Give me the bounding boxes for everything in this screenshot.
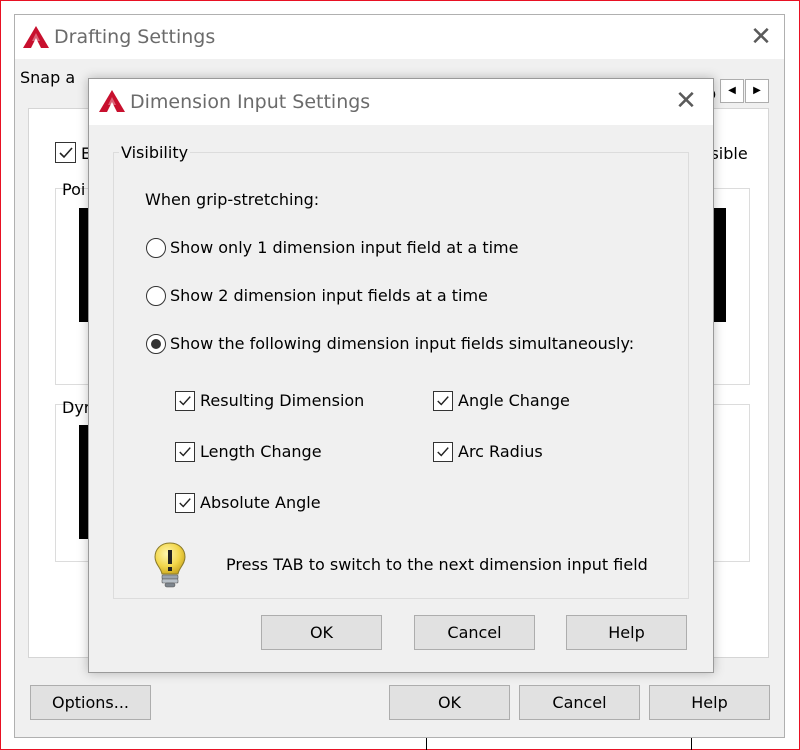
close-icon[interactable]: ✕ xyxy=(672,87,700,115)
grip-stretching-label: When grip-stretching: xyxy=(145,190,320,209)
dimension-input-label: Dyr xyxy=(62,398,91,417)
radio-one-field[interactable] xyxy=(146,238,166,258)
arc-radius-label[interactable]: Arc Radius xyxy=(458,442,543,461)
inner-cancel-button[interactable]: Cancel xyxy=(414,615,535,650)
inner-help-button[interactable]: Help xyxy=(566,615,687,650)
options-button[interactable]: Options... xyxy=(30,685,151,720)
autocad-logo-icon xyxy=(99,90,125,112)
radio-selected-dot xyxy=(151,339,161,349)
tab-snap-and-grid[interactable]: Snap a xyxy=(20,68,76,87)
arc-radius-checkbox[interactable] xyxy=(433,442,453,462)
right-preview xyxy=(712,208,726,322)
radio-two-fields-label[interactable]: Show 2 dimension input fields at a time xyxy=(170,286,488,305)
chevron-left-icon[interactable]: ◀ xyxy=(720,79,744,103)
radio-following-fields-label[interactable]: Show the following dimension input field… xyxy=(170,334,634,353)
background-line xyxy=(691,738,692,750)
outer-ok-button[interactable]: OK xyxy=(389,685,510,720)
radio-two-fields[interactable] xyxy=(146,286,166,306)
angle-change-checkbox[interactable] xyxy=(433,391,453,411)
tab-hint-text: Press TAB to switch to the next dimensio… xyxy=(226,555,648,574)
absolute-angle-label[interactable]: Absolute Angle xyxy=(200,493,321,512)
resulting-dimension-label[interactable]: Resulting Dimension xyxy=(200,391,364,410)
dimension-input-title: Dimension Input Settings xyxy=(130,91,371,113)
inner-ok-button[interactable]: OK xyxy=(261,615,382,650)
radio-one-field-label[interactable]: Show only 1 dimension input field at a t… xyxy=(170,238,518,257)
angle-change-label[interactable]: Angle Change xyxy=(458,391,570,410)
chevron-right-icon[interactable]: ▶ xyxy=(745,79,769,103)
radio-following-fields[interactable] xyxy=(146,334,166,354)
visibility-label: Visibility xyxy=(119,143,191,162)
visibility-groupbox xyxy=(113,152,689,599)
lightbulb-icon xyxy=(154,542,186,588)
outer-cancel-button[interactable]: Cancel xyxy=(519,685,640,720)
resulting-dimension-checkbox[interactable] xyxy=(175,391,195,411)
autocad-logo-icon xyxy=(23,26,49,48)
length-change-checkbox[interactable] xyxy=(175,442,195,462)
outer-help-button[interactable]: Help xyxy=(649,685,770,720)
enable-checkbox[interactable] xyxy=(55,142,76,163)
right-group-box-2 xyxy=(712,404,750,562)
close-icon[interactable]: ✕ xyxy=(747,23,775,51)
pointer-input-label: Poi xyxy=(62,180,86,199)
length-change-label[interactable]: Length Change xyxy=(200,442,322,461)
background-line xyxy=(426,738,427,750)
absolute-angle-checkbox[interactable] xyxy=(175,493,195,513)
drafting-settings-title: Drafting Settings xyxy=(54,26,216,48)
